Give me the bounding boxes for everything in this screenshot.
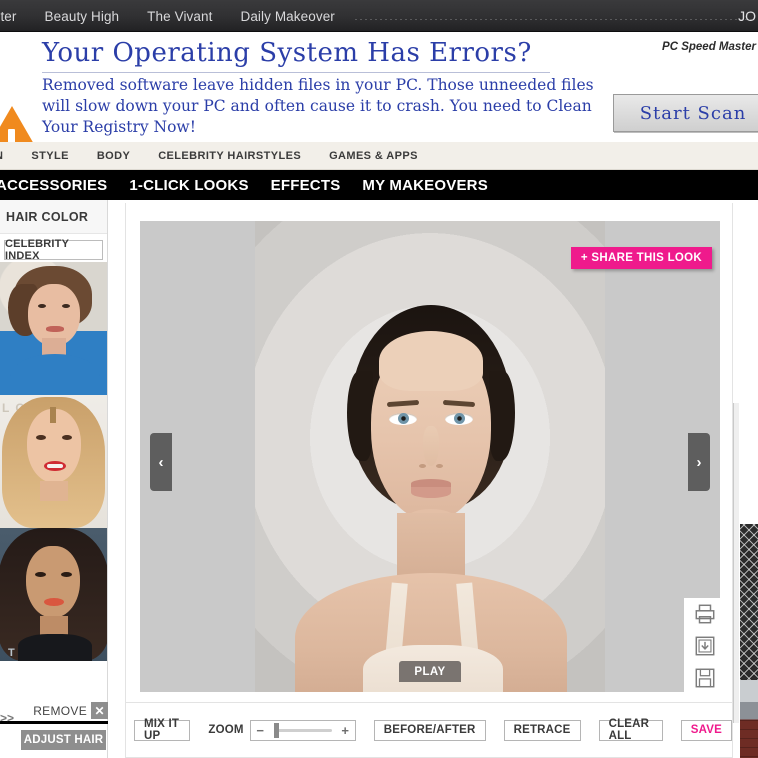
partner-link-1[interactable]: Beauty High bbox=[31, 9, 134, 24]
thumb3-watermark: T bbox=[8, 647, 16, 659]
model-nose bbox=[423, 426, 439, 466]
thumb1-eye-right bbox=[62, 304, 70, 308]
close-icon[interactable]: ✕ bbox=[91, 702, 108, 719]
zoom-slider-group: − + bbox=[249, 719, 356, 741]
hair-color-panel: HAIR COLOR CELEBRITY INDEX LOW bbox=[0, 200, 108, 758]
model-hair-right bbox=[489, 371, 515, 461]
zoom-label: ZOOM bbox=[208, 724, 244, 736]
clear-all-button[interactable]: CLEAR ALL bbox=[598, 718, 663, 742]
thumb3-face bbox=[26, 546, 80, 618]
tab-1-click-looks[interactable]: 1-CLICK LOOKS bbox=[118, 177, 259, 194]
celebrity-index-button[interactable]: CELEBRITY INDEX bbox=[4, 238, 103, 262]
makeover-stage: + SHARE THIS LOOK ‹ › PLAY bbox=[125, 203, 733, 703]
save-disk-icon[interactable] bbox=[694, 667, 716, 689]
scroll-more-icon[interactable]: >> bbox=[0, 711, 14, 725]
celebrity-thumbnail-list: LOW AR bbox=[0, 262, 107, 661]
thumb3-eye-right bbox=[61, 572, 72, 577]
tab-effects[interactable]: EFFECTS bbox=[260, 177, 352, 194]
nav-item-style[interactable]: STYLE bbox=[17, 150, 82, 162]
zoom-in-button[interactable]: + bbox=[336, 721, 355, 740]
edge-photo-brick bbox=[740, 720, 758, 758]
model-photo[interactable] bbox=[255, 221, 605, 692]
thumb1-mouth bbox=[46, 326, 64, 332]
download-icon[interactable] bbox=[694, 635, 716, 657]
thumb1-dress bbox=[10, 354, 100, 395]
zoom-slider-handle[interactable] bbox=[273, 722, 279, 738]
share-this-look-button[interactable]: + SHARE THIS LOOK bbox=[570, 247, 712, 269]
partner-link-2[interactable]: The Vivant bbox=[133, 9, 226, 24]
nav-item-body[interactable]: BODY bbox=[83, 150, 144, 162]
play-button[interactable]: PLAY bbox=[399, 661, 461, 682]
partner-bar-divider bbox=[354, 18, 752, 20]
thumb3-eye-left bbox=[35, 572, 46, 577]
celebrity-thumb-2[interactable]: LOW AR bbox=[0, 395, 107, 528]
nav-item-celebrity-hairstyles[interactable]: CELEBRITY HAIRSTYLES bbox=[144, 150, 315, 162]
remove-row: REMOVE ✕ bbox=[0, 700, 108, 724]
thumb2-eye-left bbox=[36, 435, 46, 440]
start-scan-button[interactable]: Start Scan bbox=[613, 94, 758, 132]
tab-my-makeovers[interactable]: MY MAKEOVERS bbox=[351, 177, 498, 194]
partner-bar: aster Beauty High The Vivant Daily Makeo… bbox=[0, 0, 758, 32]
start-scan-label: Start Scan bbox=[639, 102, 747, 124]
model-forehead bbox=[379, 331, 483, 391]
model-iris-left bbox=[398, 413, 409, 424]
print-icon[interactable] bbox=[694, 603, 716, 625]
model-iris-right bbox=[454, 413, 465, 424]
edge-photo-thumbnail[interactable] bbox=[740, 524, 758, 758]
thumb2-neck bbox=[40, 481, 68, 501]
celebrity-thumb-3[interactable]: T bbox=[0, 528, 107, 661]
thumb2-hair-part bbox=[50, 407, 56, 423]
site-nav: N STYLE BODY CELEBRITY HAIRSTYLES GAMES … bbox=[0, 142, 758, 170]
save-button[interactable]: SAVE bbox=[680, 719, 732, 741]
remove-label: REMOVE bbox=[33, 703, 87, 718]
makeover-canvas[interactable]: + SHARE THIS LOOK ‹ › PLAY bbox=[140, 221, 720, 692]
workspace: HAIR COLOR CELEBRITY INDEX LOW bbox=[0, 200, 758, 758]
previous-look-arrow[interactable]: ‹ bbox=[150, 433, 172, 491]
page-root: aster Beauty High The Vivant Daily Makeo… bbox=[0, 0, 758, 758]
ad-headline: Your Operating System Has Errors? bbox=[42, 38, 532, 68]
nav-item-n[interactable]: N bbox=[0, 150, 17, 162]
zoom-slider-track[interactable] bbox=[270, 721, 336, 740]
thumb1-face bbox=[28, 284, 80, 346]
model-lower-lip bbox=[411, 487, 451, 498]
model-nostril-left bbox=[419, 464, 426, 468]
tab-accessories[interactable]: ACCESSORIES bbox=[0, 177, 118, 194]
partner-link-3[interactable]: Daily Makeover bbox=[226, 9, 348, 24]
retrace-button[interactable]: RETRACE bbox=[503, 719, 581, 741]
stage-action-rail bbox=[684, 598, 726, 694]
section-nav: ACCESSORIES 1-CLICK LOOKS EFFECTS MY MAK… bbox=[0, 170, 758, 200]
thumb2-teeth bbox=[47, 464, 63, 468]
account-label[interactable]: JO bbox=[738, 0, 758, 32]
zoom-control: ZOOM − + bbox=[208, 719, 356, 741]
before-after-button[interactable]: BEFORE/AFTER bbox=[373, 719, 486, 741]
model-hair-left bbox=[347, 371, 373, 461]
panel-title: HAIR COLOR bbox=[0, 200, 107, 234]
thumb3-mouth bbox=[44, 598, 64, 606]
advertisement-banner[interactable]: Your Operating System Has Errors? Remove… bbox=[0, 32, 758, 142]
hair-panel-footer: >> REMOVE ✕ ADJUST HAIR bbox=[0, 700, 108, 758]
makeover-toolbar: MIX IT UP ZOOM − + BEFORE/AFTER RETRACE … bbox=[125, 703, 733, 758]
zoom-out-button[interactable]: − bbox=[251, 721, 270, 740]
nav-item-games-apps[interactable]: GAMES & APPS bbox=[315, 150, 432, 162]
ad-brand-label: PC Speed Master bbox=[662, 41, 756, 53]
thumb2-eye-right bbox=[62, 435, 72, 440]
edge-photo-fence bbox=[740, 524, 758, 680]
warning-exclamation-stroke bbox=[8, 129, 15, 142]
warning-triangle-icon bbox=[0, 106, 42, 142]
ad-body-text: Removed software leave hidden files in y… bbox=[42, 76, 594, 136]
celebrity-thumb-1[interactable] bbox=[0, 262, 107, 395]
thumb3-top bbox=[18, 634, 92, 661]
next-look-arrow[interactable]: › bbox=[688, 433, 710, 491]
thumb1-eye-left bbox=[38, 304, 46, 308]
ad-divider bbox=[42, 72, 550, 73]
stage-scrollbar[interactable] bbox=[733, 403, 739, 723]
adjust-hair-button[interactable]: ADJUST HAIR bbox=[21, 730, 106, 750]
mix-it-up-button[interactable]: MIX IT UP bbox=[134, 718, 191, 742]
zoom-slider-line bbox=[273, 728, 332, 732]
model-nostril-right bbox=[436, 464, 443, 468]
partner-link-0[interactable]: aster bbox=[0, 9, 31, 24]
